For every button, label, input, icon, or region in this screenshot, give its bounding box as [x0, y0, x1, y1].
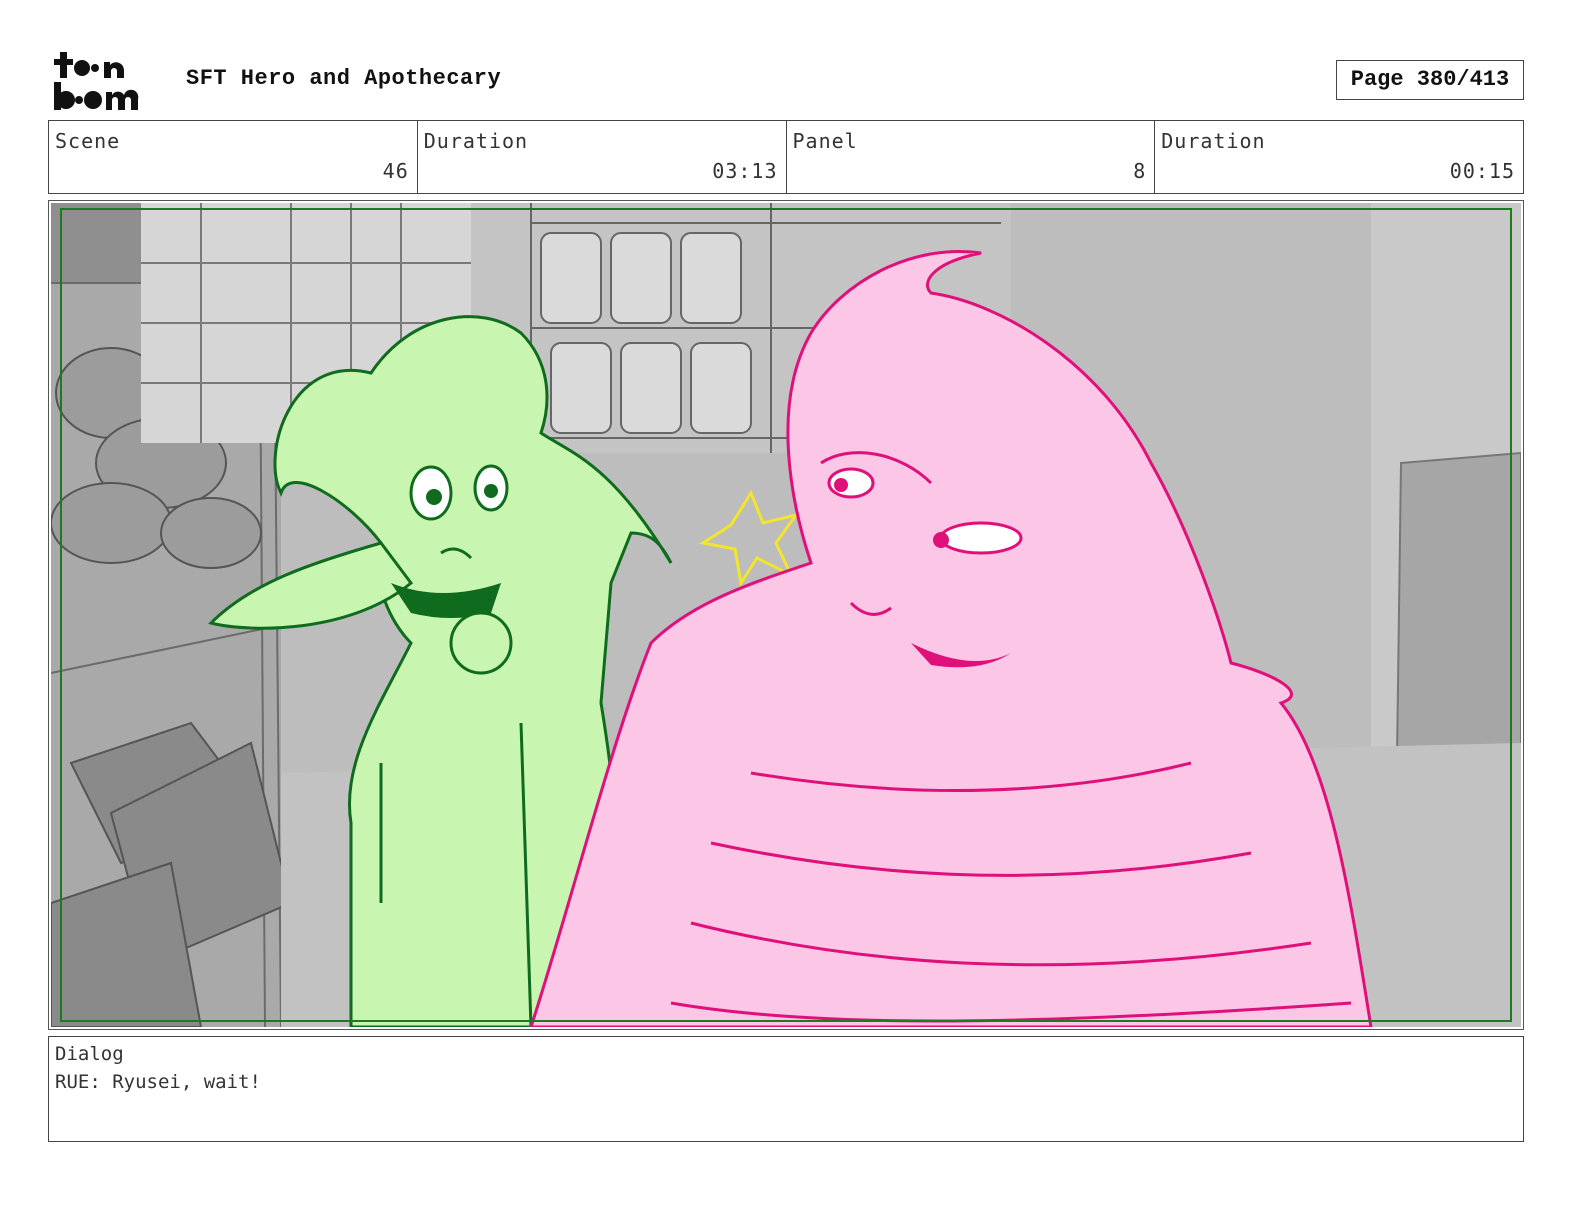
dialog-box: Dialog RUE: Ryusei, wait!	[48, 1036, 1524, 1142]
scene-cell: Scene 46	[49, 121, 418, 193]
panel-cell: Panel 8	[787, 121, 1156, 193]
panel-duration-label: Duration	[1161, 129, 1266, 153]
dialog-text: RUE: Ryusei, wait!	[55, 1071, 261, 1093]
project-title: SFT Hero and Apothecary	[186, 66, 502, 91]
scene-info-bar: Scene 46 Duration 03:13 Panel 8 Duration…	[48, 120, 1524, 194]
panel-value: 8	[1133, 159, 1147, 183]
panel-duration-cell: Duration 00:15	[1155, 121, 1523, 193]
dialog-label: Dialog	[55, 1043, 124, 1065]
scene-duration-value: 03:13	[712, 159, 778, 183]
scene-label: Scene	[55, 129, 121, 153]
scene-duration-cell: Duration 03:13	[418, 121, 787, 193]
panel-label: Panel	[792, 129, 858, 153]
page-indicator: Page 380/413	[1336, 60, 1524, 100]
storyboard-panel	[48, 200, 1524, 1030]
panel-artwork	[51, 203, 1521, 1027]
scene-value: 46	[382, 159, 409, 183]
scene-duration-label: Duration	[423, 129, 529, 153]
toon-boom-logo	[54, 52, 139, 110]
panel-duration-value: 00:15	[1449, 159, 1515, 183]
